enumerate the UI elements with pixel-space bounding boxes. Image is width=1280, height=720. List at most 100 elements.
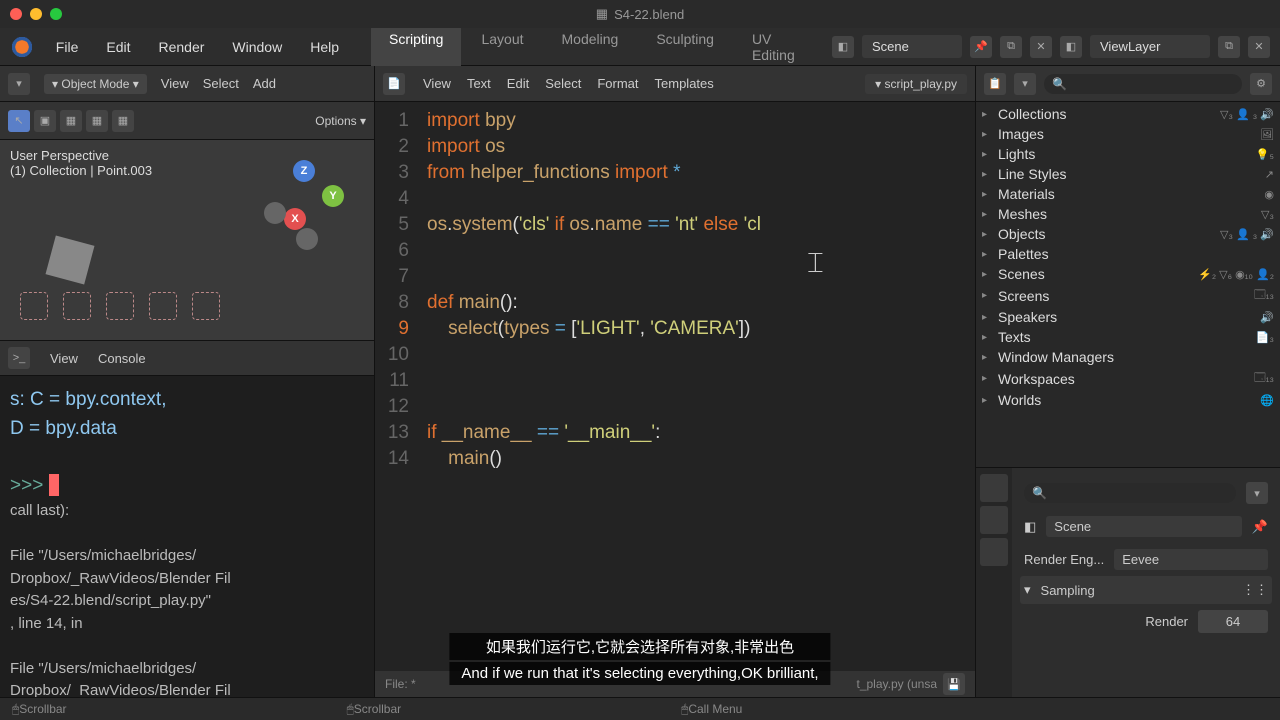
- tab-scripting[interactable]: Scripting: [371, 23, 461, 71]
- maximize-button[interactable]: [50, 8, 62, 20]
- save-script-icon[interactable]: 💾: [943, 673, 965, 695]
- gizmo-neg-axis[interactable]: [264, 202, 286, 224]
- outliner-item-scenes[interactable]: ▸ Scenes ⚡₂ ▽₆ ◉₁₀ 👤₂: [976, 264, 1280, 284]
- cursor-tool-icon[interactable]: ↖: [8, 110, 30, 132]
- light-object[interactable]: [149, 292, 177, 320]
- editor-type-icon[interactable]: >_: [8, 347, 30, 369]
- gizmo-x-axis[interactable]: X: [284, 208, 306, 230]
- script-selector[interactable]: ▾ script_play.py: [865, 74, 967, 94]
- viewport-menu-view[interactable]: View: [161, 76, 189, 91]
- select-box-icon[interactable]: ▣: [34, 110, 56, 132]
- nav-gizmo[interactable]: Z Y X: [264, 160, 344, 240]
- outliner-item-line-styles[interactable]: ▸ Line Styles ↗: [976, 164, 1280, 184]
- chevron-right-icon[interactable]: ▸: [982, 169, 998, 180]
- viewlayer-browse-icon[interactable]: ◧: [1060, 36, 1082, 58]
- menu-file[interactable]: File: [44, 33, 91, 61]
- text-menu-templates[interactable]: Templates: [655, 76, 714, 91]
- text-menu-edit[interactable]: Edit: [507, 76, 529, 91]
- outliner-item-materials[interactable]: ▸ Materials ◉: [976, 184, 1280, 204]
- gizmo-z-axis[interactable]: Z: [293, 160, 315, 182]
- properties-search-input[interactable]: [1024, 483, 1236, 503]
- tab-sculpting[interactable]: Sculpting: [638, 23, 732, 71]
- outliner-item-worlds[interactable]: ▸ Worlds 🌐: [976, 390, 1280, 410]
- render-samples-input[interactable]: 64: [1198, 610, 1268, 633]
- outliner-item-window-managers[interactable]: ▸ Window Managers: [976, 347, 1280, 367]
- chevron-right-icon[interactable]: ▸: [982, 189, 998, 200]
- delete-viewlayer-icon[interactable]: ✕: [1248, 36, 1270, 58]
- menu-help[interactable]: Help: [298, 33, 351, 61]
- chevron-right-icon[interactable]: ▸: [982, 395, 998, 406]
- copy-viewlayer-icon[interactable]: ⧉: [1218, 36, 1240, 58]
- select-tool2-icon[interactable]: ▦: [86, 110, 108, 132]
- tab-modeling[interactable]: Modeling: [544, 23, 637, 71]
- chevron-right-icon[interactable]: ▸: [982, 249, 998, 260]
- text-editor[interactable]: 1234567891011121314 import bpyimport osf…: [375, 102, 975, 671]
- chevron-right-icon[interactable]: ▸: [982, 290, 998, 301]
- viewlayer-name-input[interactable]: [1090, 35, 1210, 58]
- chevron-right-icon[interactable]: ▸: [982, 209, 998, 220]
- editor-type-icon[interactable]: ▾: [8, 73, 30, 95]
- outliner-item-images[interactable]: ▸ Images 🖼: [976, 124, 1280, 144]
- editor-type-icon[interactable]: 📋: [984, 73, 1006, 95]
- chevron-right-icon[interactable]: ▸: [982, 373, 998, 384]
- chevron-right-icon[interactable]: ▸: [982, 229, 998, 240]
- menu-window[interactable]: Window: [220, 33, 294, 61]
- options-dropdown[interactable]: Options ▾: [315, 114, 366, 128]
- chevron-right-icon[interactable]: ▸: [982, 352, 998, 363]
- python-console[interactable]: s: C = bpy.context, D = bpy.data >>> cal…: [0, 376, 374, 697]
- chevron-right-icon[interactable]: ▸: [982, 312, 998, 323]
- outliner-item-objects[interactable]: ▸ Objects ▽₃ 👤 ₃ 🔊: [976, 224, 1280, 244]
- sampling-panel-header[interactable]: ▾ Sampling ⋮⋮: [1020, 576, 1272, 604]
- text-menu-format[interactable]: Format: [597, 76, 638, 91]
- mesh-object[interactable]: [46, 236, 95, 285]
- outliner-item-screens[interactable]: ▸ Screens 🗔₁₃: [976, 284, 1280, 307]
- outliner-item-collections[interactable]: ▸ Collections ▽₃ 👤 ₃ 🔊: [976, 104, 1280, 124]
- chevron-right-icon[interactable]: ▸: [982, 129, 998, 140]
- options-icon[interactable]: ▾: [1246, 482, 1268, 504]
- light-object[interactable]: [20, 292, 48, 320]
- viewport-menu-add[interactable]: Add: [253, 76, 276, 91]
- light-object[interactable]: [63, 292, 91, 320]
- close-button[interactable]: [10, 8, 22, 20]
- outliner-item-meshes[interactable]: ▸ Meshes ▽₃: [976, 204, 1280, 224]
- gizmo-neg-axis2[interactable]: [296, 228, 318, 250]
- chevron-right-icon[interactable]: ▸: [982, 269, 998, 280]
- outliner-item-speakers[interactable]: ▸ Speakers 🔊: [976, 307, 1280, 327]
- scene-browse-icon[interactable]: ◧: [832, 36, 854, 58]
- text-menu-view[interactable]: View: [423, 76, 451, 91]
- scene-name-input[interactable]: [862, 35, 962, 58]
- minimize-button[interactable]: [30, 8, 42, 20]
- select-tool-icon[interactable]: ▦: [60, 110, 82, 132]
- outliner[interactable]: ▸ Collections ▽₃ 👤 ₃ 🔊 ▸ Images 🖼 ▸ Ligh…: [976, 102, 1280, 467]
- display-mode-icon[interactable]: ▾: [1014, 73, 1036, 95]
- scene-name-display[interactable]: Scene: [1046, 516, 1242, 537]
- delete-scene-icon[interactable]: ✕: [1030, 36, 1052, 58]
- scene-tab-icon[interactable]: [980, 538, 1008, 566]
- 3d-viewport[interactable]: User Perspective (1) Collection | Point.…: [0, 140, 374, 340]
- console-menu-view[interactable]: View: [50, 351, 78, 366]
- chevron-right-icon[interactable]: ▸: [982, 109, 998, 120]
- output-tab-icon[interactable]: [980, 506, 1008, 534]
- gizmo-y-axis[interactable]: Y: [322, 185, 344, 207]
- code-area[interactable]: import bpyimport osfrom helper_functions…: [417, 102, 761, 671]
- editor-type-icon[interactable]: 📄: [383, 73, 405, 95]
- pin-icon[interactable]: 📌: [970, 36, 992, 58]
- text-menu-select[interactable]: Select: [545, 76, 581, 91]
- render-engine-dropdown[interactable]: Eevee: [1114, 549, 1268, 570]
- filter-icon[interactable]: ⚙: [1250, 73, 1272, 95]
- outliner-item-palettes[interactable]: ▸ Palettes: [976, 244, 1280, 264]
- chevron-right-icon[interactable]: ▸: [982, 149, 998, 160]
- text-menu-text[interactable]: Text: [467, 76, 491, 91]
- menu-render[interactable]: Render: [146, 33, 216, 61]
- outliner-item-workspaces[interactable]: ▸ Workspaces 🗔₁₃: [976, 367, 1280, 390]
- chevron-right-icon[interactable]: ▸: [982, 332, 998, 343]
- outliner-item-texts[interactable]: ▸ Texts 📄₃: [976, 327, 1280, 347]
- console-menu-console[interactable]: Console: [98, 351, 146, 366]
- tab-layout[interactable]: Layout: [463, 23, 541, 71]
- blender-logo-icon[interactable]: [10, 35, 34, 59]
- menu-edit[interactable]: Edit: [94, 33, 142, 61]
- render-tab-icon[interactable]: [980, 474, 1008, 502]
- panel-menu-icon[interactable]: ⋮⋮: [1242, 582, 1268, 598]
- select-tool3-icon[interactable]: ▦: [112, 110, 134, 132]
- light-object[interactable]: [192, 292, 220, 320]
